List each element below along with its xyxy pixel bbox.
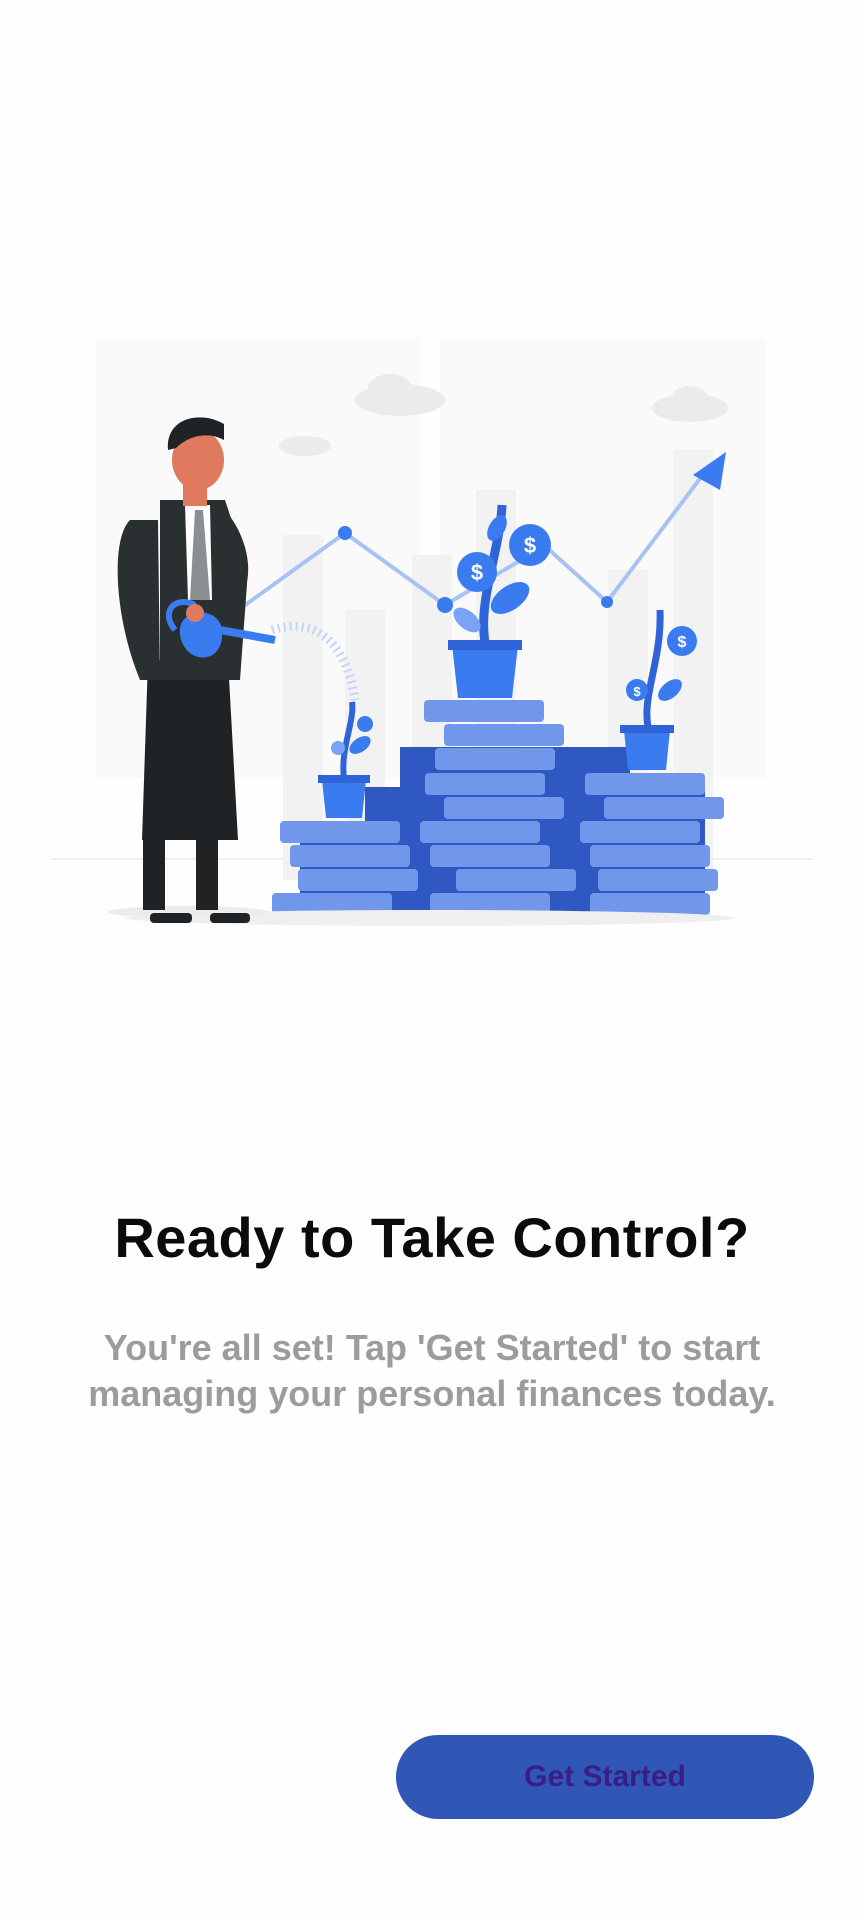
svg-text:$: $ <box>633 684 641 699</box>
growth-illustration-icon: $ $ $ $ <box>50 338 814 926</box>
page-title: Ready to Take Control? <box>114 1206 750 1269</box>
get-started-button-label: Get Started <box>524 1760 686 1793</box>
get-started-button[interactable]: Get Started <box>396 1735 814 1819</box>
svg-text:$: $ <box>524 533 536 558</box>
growth-illustration: $ $ $ $ <box>0 300 864 940</box>
svg-text:$: $ <box>471 560 483 585</box>
svg-text:$: $ <box>678 634 687 651</box>
page-subtitle: You're all set! Tap 'Get Started' to sta… <box>88 1327 776 1414</box>
